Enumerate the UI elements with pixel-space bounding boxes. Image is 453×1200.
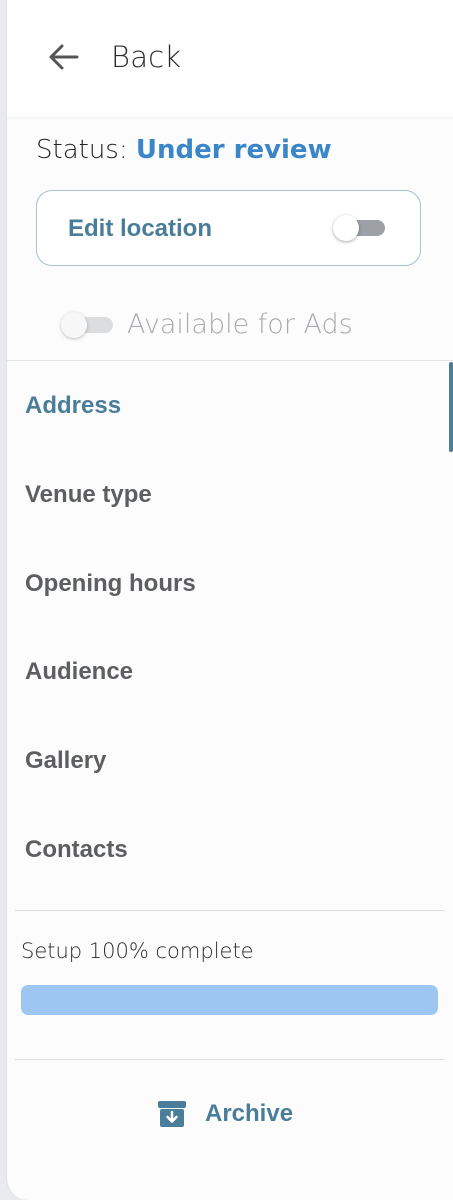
ads-toggle[interactable]: [61, 312, 115, 338]
status-value: Under review: [135, 135, 332, 165]
location-panel: Back Status: Under review Edit location …: [6, 0, 453, 1200]
setup-progress-bar: [21, 985, 438, 1015]
active-section-indicator: [449, 362, 453, 452]
arrow-left-icon: [49, 44, 79, 70]
back-button[interactable]: Back: [47, 36, 181, 78]
archive-label: Archive: [205, 1100, 294, 1127]
nav-item-venue-type[interactable]: Venue type: [25, 481, 152, 509]
nav-item-opening-hours[interactable]: Opening hours: [25, 570, 196, 598]
setup-progress-text: Setup 100% complete: [21, 939, 254, 963]
toggle-knob: [333, 215, 359, 241]
edit-location-toggle[interactable]: [333, 215, 387, 241]
nav-item-audience[interactable]: Audience: [25, 658, 133, 686]
panel-header: Back: [7, 0, 453, 118]
archive-button[interactable]: Archive: [157, 1094, 293, 1134]
nav-item-address[interactable]: Address: [25, 392, 121, 420]
archive-box-icon: [158, 1101, 186, 1127]
ads-label: Available for Ads: [127, 308, 353, 340]
ads-availability-row: Available for Ads: [61, 306, 353, 342]
edit-location-label: Edit location: [68, 215, 212, 242]
setup-progress-fill: [21, 985, 438, 1015]
divider: [15, 1059, 445, 1060]
toggle-knob: [61, 312, 87, 338]
nav-item-contacts[interactable]: Contacts: [25, 836, 128, 864]
back-label: Back: [111, 40, 182, 74]
status-label: Status:: [36, 135, 128, 165]
nav-item-gallery[interactable]: Gallery: [25, 747, 106, 775]
divider: [15, 910, 445, 911]
divider: [7, 360, 453, 361]
status-line: Status: Under review: [36, 135, 332, 165]
edit-location-card[interactable]: Edit location: [36, 190, 421, 266]
